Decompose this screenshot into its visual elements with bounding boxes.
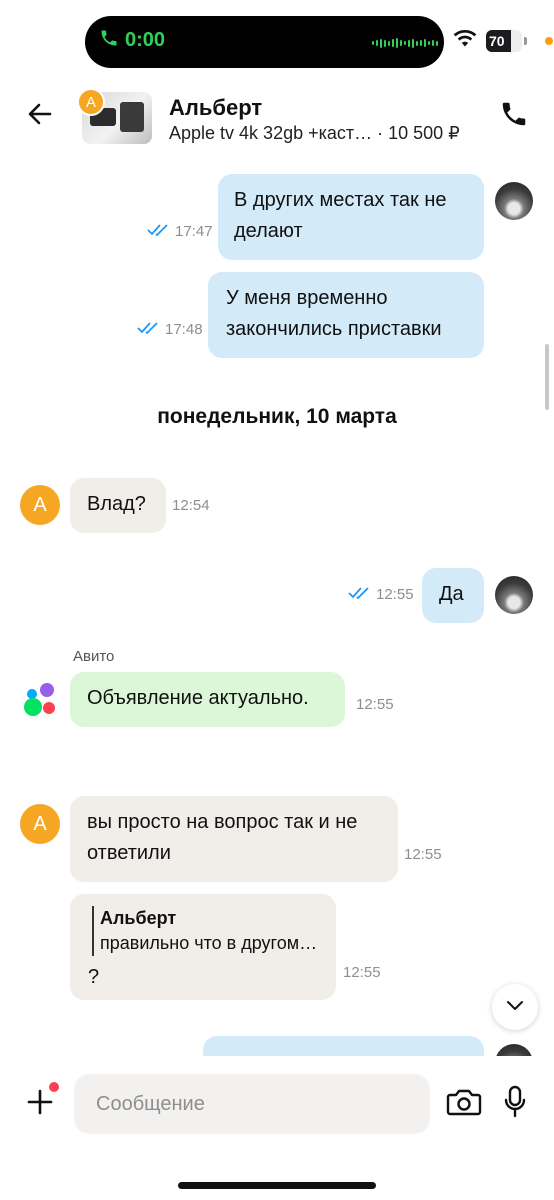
home-indicator[interactable] <box>178 1182 376 1189</box>
message-line: ответили <box>87 842 171 864</box>
message-list[interactable]: 17:47 В других местах так не делают 17:4… <box>0 156 554 1056</box>
message-bubble-system[interactable]: Объявление актуально. <box>70 672 345 727</box>
status-icons: 70 <box>452 28 553 53</box>
chevron-down-icon <box>506 998 524 1016</box>
product-image-device <box>120 102 144 132</box>
waveform-bar <box>376 40 378 46</box>
waveform-bar <box>372 41 374 45</box>
sender-name: Авито <box>73 648 115 665</box>
contact-avatar[interactable]: A <box>20 485 60 525</box>
message-input[interactable] <box>74 1074 430 1134</box>
double-check-icon <box>348 586 370 603</box>
call-button[interactable] <box>496 98 532 134</box>
my-avatar <box>495 1044 533 1056</box>
quoted-sender: Альберт <box>100 908 177 928</box>
message-composer <box>0 1056 554 1200</box>
mic-icon <box>503 1085 527 1124</box>
avito-logo-icon <box>20 680 60 720</box>
privacy-indicator <box>545 36 553 45</box>
waveform-bar <box>384 39 386 47</box>
message-line: Влад? <box>87 493 146 515</box>
phone-icon <box>499 99 529 134</box>
message-line: делают <box>234 220 303 242</box>
message-bubble-outgoing[interactable]: У меня временно закончились приставки <box>208 272 484 358</box>
waveform-bar <box>396 38 398 48</box>
message-line: В других местах так не <box>234 189 447 211</box>
quoted-message[interactable]: Альберт правильно что в другом… <box>92 906 319 956</box>
contact-name[interactable]: Альберт <box>169 95 262 121</box>
message-line: У меня временно <box>226 287 388 309</box>
message-line: вы просто на вопрос так и не <box>87 811 358 833</box>
waveform-bar <box>388 40 390 46</box>
message-time: 12:54 <box>172 497 210 514</box>
notification-dot <box>49 1082 59 1092</box>
my-avatar <box>495 182 533 220</box>
ad-price: · 10 500 ₽ <box>372 123 460 143</box>
date-separator: понедельник, 10 марта <box>157 405 397 428</box>
waveform-bar <box>420 40 422 46</box>
ad-title: Apple tv 4k 32gb +каст… <box>169 123 373 143</box>
message-time: 12:55 <box>356 696 394 713</box>
waveform-bar <box>428 41 430 45</box>
double-check-icon <box>137 321 159 338</box>
double-check-icon <box>147 223 169 240</box>
waveform-bar <box>424 39 426 47</box>
call-timer: 0:00 <box>125 29 166 51</box>
battery-icon: 70 <box>486 29 522 52</box>
message-time: 12:55 <box>343 964 381 981</box>
waveform-icon <box>372 38 438 48</box>
status-bar: 0:00 70 <box>0 0 554 80</box>
message-line: ? <box>88 966 100 988</box>
message-bubble-incoming[interactable]: вы просто на вопрос так и не ответили <box>70 796 398 882</box>
camera-icon <box>446 1087 482 1122</box>
message-time: 17:47 <box>147 223 213 240</box>
waveform-bar <box>416 40 418 46</box>
message-time: 17:48 <box>137 321 203 338</box>
contact-avatar: A <box>77 88 105 116</box>
message-time: 12:55 <box>404 846 442 863</box>
back-button[interactable] <box>22 98 58 134</box>
dynamic-island[interactable]: 0:00 <box>85 16 444 68</box>
message-bubble-outgoing[interactable]: В <box>203 1036 484 1056</box>
message-bubble-reply[interactable]: Альберт правильно что в другом… ? <box>70 894 336 1000</box>
voice-message-button[interactable] <box>500 1084 530 1124</box>
scrollbar[interactable] <box>545 344 549 410</box>
message-bubble-incoming[interactable]: Влад? <box>70 478 166 533</box>
wifi-icon <box>452 28 478 53</box>
message-line: закончились приставки <box>226 318 442 340</box>
waveform-bar <box>436 40 438 46</box>
message-line: Да <box>439 583 464 605</box>
message-line: Объявление актуально. <box>87 687 309 709</box>
phone-icon <box>99 28 119 53</box>
scroll-to-bottom-button[interactable] <box>492 984 538 1030</box>
chat-header: A Альберт Apple tv 4k 32gb +каст… · 10 5… <box>0 80 554 156</box>
battery-percent: 70 <box>489 32 505 49</box>
my-avatar <box>495 576 533 614</box>
message-bubble-outgoing[interactable]: Да <box>422 568 484 623</box>
ad-info[interactable]: Apple tv 4k 32gb +каст… · 10 500 ₽ <box>169 123 460 144</box>
waveform-bar <box>392 39 394 47</box>
back-arrow-icon <box>26 100 54 133</box>
battery-tip <box>524 36 527 45</box>
waveform-bar <box>432 40 434 46</box>
message-time: 12:55 <box>348 586 414 603</box>
quoted-text: правильно что в другом… <box>100 933 318 953</box>
waveform-bar <box>380 38 382 48</box>
message-bubble-outgoing[interactable]: В других местах так не делают <box>218 174 484 260</box>
plus-icon <box>26 1088 54 1121</box>
waveform-bar <box>404 41 406 45</box>
waveform-bar <box>408 39 410 47</box>
waveform-bar <box>412 38 414 48</box>
camera-button[interactable] <box>444 1086 484 1122</box>
waveform-bar <box>400 40 402 46</box>
contact-avatar[interactable]: A <box>20 804 60 844</box>
call-indicator[interactable]: 0:00 <box>99 28 165 53</box>
